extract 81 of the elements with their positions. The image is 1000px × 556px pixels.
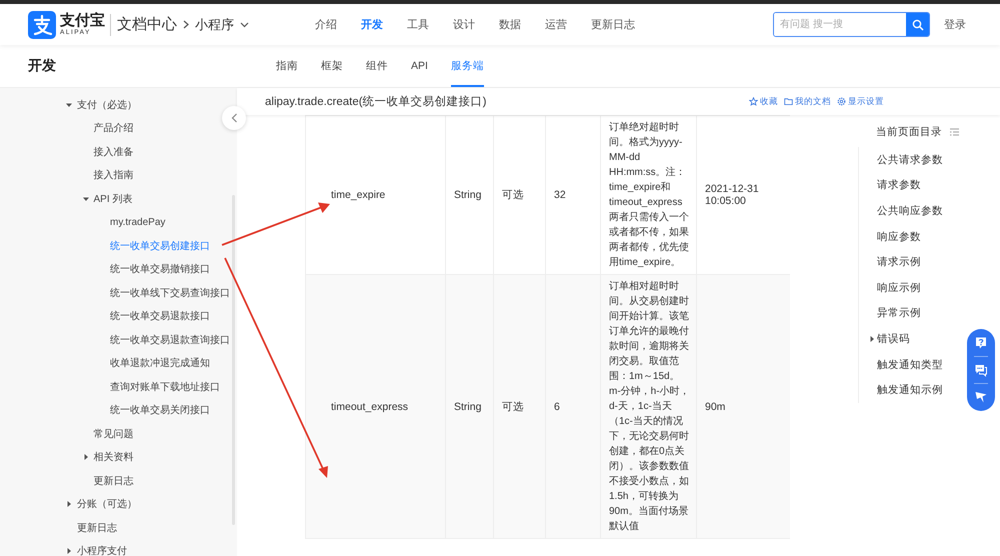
login-link[interactable]: 登录 bbox=[944, 17, 966, 32]
settings-icon bbox=[837, 97, 846, 106]
sidebar-item[interactable]: 更新日志 bbox=[77, 516, 117, 540]
table-cell: 订单相对超时时间。从交易创建时间开始计算。该笔订单允许的最晚付款时间，逾期将关闭交易。取值范围：1m～15d。m-分钟，h-小时，d-天，1c-当天（1c-当天的情况下，无论交易何时创建，都在0点关闭）。该参数数值不接受小数点，如 1.5h，可转换为 90m。当面付场景默认值 bbox=[600, 274, 696, 538]
sidebar-item[interactable]: 支付（必选） bbox=[77, 93, 137, 116]
sidebar-item[interactable]: 接入准备 bbox=[94, 140, 134, 164]
toc-link[interactable]: 公共请求参数 bbox=[877, 147, 1000, 173]
caret-down-icon[interactable] bbox=[82, 196, 88, 202]
caret-right-icon[interactable] bbox=[82, 454, 88, 460]
tab[interactable]: 指南 bbox=[276, 45, 298, 87]
sidebar-item[interactable]: 统一收单交易退款接口 bbox=[110, 304, 210, 328]
nav-link[interactable]: 介绍 bbox=[315, 17, 337, 32]
sidebar-item[interactable]: 统一收单交易关闭接口 bbox=[110, 398, 210, 422]
product-selector[interactable]: 小程序 bbox=[195, 16, 234, 34]
nav-link[interactable]: 数据 bbox=[499, 17, 521, 32]
sidebar-item[interactable]: 产品介绍 bbox=[94, 116, 134, 140]
search-field[interactable]: 有问题 搜一搜 bbox=[773, 12, 930, 37]
caret-right-icon[interactable] bbox=[66, 548, 72, 554]
toolbar-link[interactable]: 显示设置 bbox=[837, 96, 884, 108]
tab[interactable]: 框架 bbox=[321, 45, 343, 87]
caret-down-icon[interactable] bbox=[66, 102, 72, 108]
help-icon[interactable] bbox=[974, 336, 988, 350]
chat-icon[interactable] bbox=[974, 363, 988, 377]
section-title[interactable]: 文档中心 bbox=[117, 15, 177, 34]
nav-link[interactable]: 更新日志 bbox=[591, 17, 635, 32]
chevron-left-icon bbox=[230, 113, 238, 123]
chevron-right-icon bbox=[183, 20, 189, 29]
nav-link[interactable]: 设计 bbox=[453, 17, 475, 32]
sidebar-item[interactable]: 分账（可选） bbox=[77, 492, 137, 516]
sidebar-item[interactable]: 统一收单交易撤销接口 bbox=[110, 258, 210, 281]
table-cell: timeout_express bbox=[306, 274, 446, 538]
page-title: 开发 bbox=[28, 57, 57, 75]
table-cell: 32 bbox=[546, 116, 600, 274]
nav-link[interactable]: 运营 bbox=[545, 17, 567, 32]
document-title: alipay.trade.create(统一收单交易创建接口) bbox=[265, 94, 486, 109]
table-cell: String bbox=[446, 116, 494, 274]
search-icon bbox=[912, 18, 924, 30]
toolbar-link[interactable]: 我的文档 bbox=[784, 96, 831, 108]
toc-link[interactable]: 请求参数 bbox=[877, 172, 1000, 198]
table-cell: String bbox=[446, 274, 494, 538]
caret-right-icon[interactable] bbox=[66, 501, 72, 508]
sidebar-item[interactable]: 统一收单交易退款查询接口 bbox=[110, 328, 230, 352]
sidebar-item[interactable]: 查询对账单下载地址接口 bbox=[110, 375, 220, 398]
tab[interactable]: 组件 bbox=[366, 45, 388, 87]
nav-link[interactable]: 开发 bbox=[361, 17, 383, 32]
toc-link[interactable]: 请求示例 bbox=[877, 249, 1000, 275]
toc-link[interactable]: 异常示例 bbox=[877, 300, 1000, 326]
logo-name: 支付宝 bbox=[60, 12, 105, 28]
toc-link[interactable]: 响应示例 bbox=[877, 274, 1000, 301]
tab[interactable]: API bbox=[411, 45, 428, 87]
toc-link[interactable]: 响应参数 bbox=[877, 224, 1000, 250]
sidebar-item[interactable]: 收单退款冲退完成通知 bbox=[110, 352, 210, 375]
sidebar-item[interactable]: my.tradePay bbox=[110, 210, 166, 234]
sidebar-item[interactable]: 更新日志 bbox=[94, 469, 134, 492]
table-cell: 6 bbox=[546, 274, 600, 538]
star-icon bbox=[749, 97, 758, 106]
table-cell: 可选 bbox=[494, 116, 546, 274]
folder-icon bbox=[784, 97, 793, 106]
toc-link[interactable]: 触发通知示例 bbox=[877, 377, 1000, 403]
table-cell: 可选 bbox=[494, 274, 546, 538]
sidebar-item[interactable]: 统一收单线下交易查询接口 bbox=[110, 281, 230, 304]
table-cell: time_expire bbox=[306, 116, 446, 274]
toolbar-link[interactable]: 收藏 bbox=[749, 96, 778, 108]
table-cell: 90m bbox=[696, 274, 790, 538]
sidebar-item[interactable]: 小程序支付 bbox=[77, 540, 127, 556]
pointer-icon[interactable] bbox=[974, 390, 988, 404]
search-button[interactable] bbox=[906, 13, 929, 36]
toc-title: 当前页面目录 bbox=[876, 125, 942, 139]
chevron-down-icon[interactable] bbox=[240, 22, 249, 28]
toc-link[interactable]: 公共响应参数 bbox=[877, 198, 1000, 224]
sidebar-item[interactable]: API 列表 bbox=[94, 187, 132, 210]
sidebar-item[interactable]: 相关资料 bbox=[94, 446, 134, 469]
logo-icon bbox=[28, 10, 56, 38]
sidebar-item[interactable]: 统一收单交易创建接口 bbox=[110, 234, 210, 258]
caret-right-icon[interactable] bbox=[869, 336, 875, 342]
sidebar-item[interactable]: 接入指南 bbox=[94, 164, 134, 187]
tab[interactable]: 服务端 bbox=[450, 45, 484, 87]
nav-link[interactable]: 工具 bbox=[407, 17, 429, 32]
toc-link[interactable]: 错误码 bbox=[877, 326, 1000, 352]
sidebar-item[interactable]: 常见问题 bbox=[94, 422, 134, 446]
toc-link[interactable]: 触发通知类型 bbox=[877, 352, 1000, 378]
